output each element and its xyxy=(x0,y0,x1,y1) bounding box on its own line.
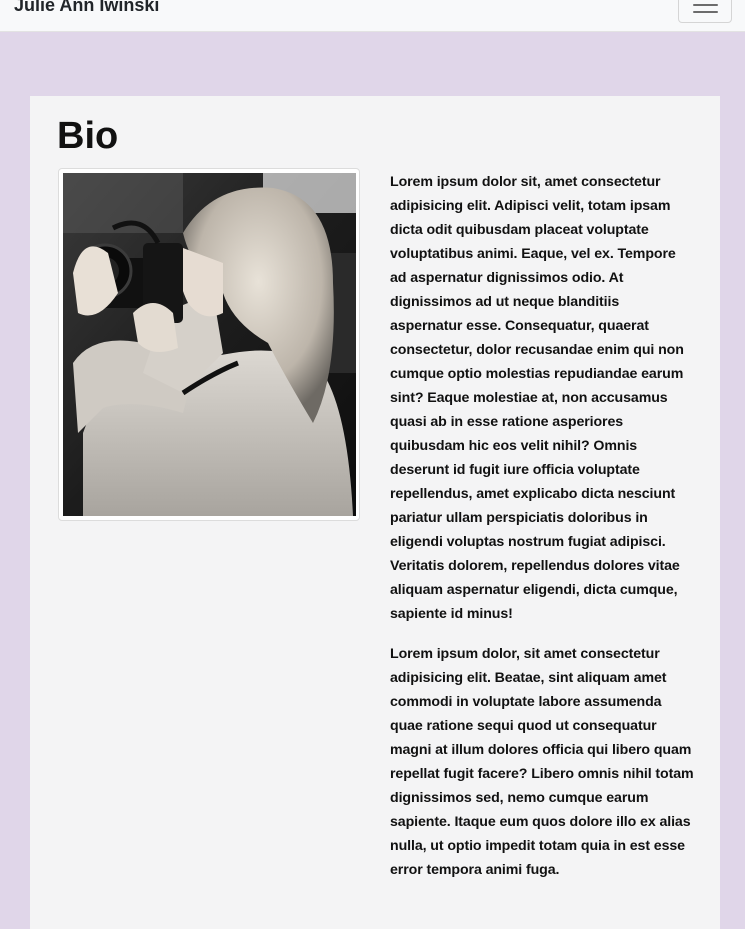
navbar-toggle-button[interactable] xyxy=(678,0,732,23)
bio-paragraph: Lorem ipsum dolor, sit amet consectetur … xyxy=(390,646,694,878)
brand-link[interactable]: Julie Ann Iwinski xyxy=(14,0,159,16)
bio-paragraph: Lorem ipsum dolor sit, amet consectetur … xyxy=(390,174,684,622)
bio-photo xyxy=(63,173,356,516)
page-title: Bio xyxy=(57,115,119,157)
bio-photo-frame xyxy=(58,168,360,521)
navbar: Julie Ann Iwinski xyxy=(0,0,745,32)
bio-section: Bio Lorem ipsum dolor sit, amet consecte… xyxy=(30,96,720,929)
bio-text: Lorem ipsum dolor sit, amet consectetur … xyxy=(390,170,695,898)
